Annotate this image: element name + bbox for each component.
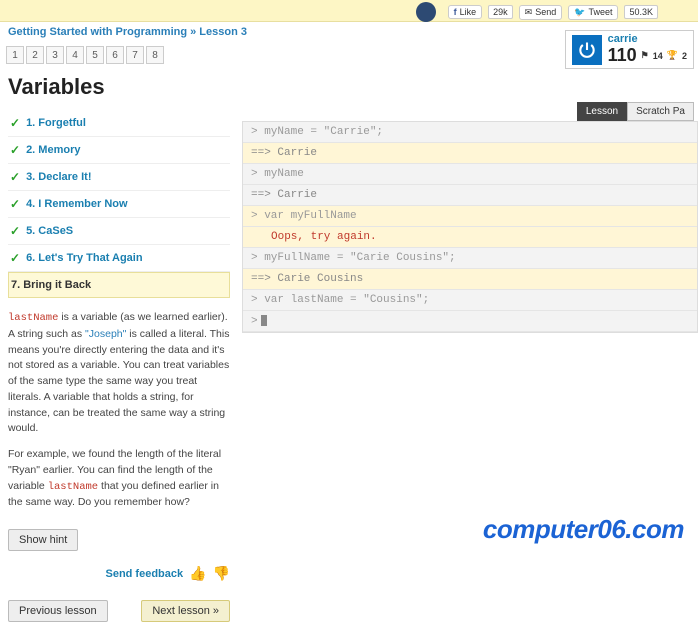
- lesson-list: ✓ 1. Forgetful ✓ 2. Memory ✓ 3. Declare It! ✓ 4…: [8, 110, 230, 298]
- lesson-label: 6. Let's Try That Again: [26, 252, 143, 264]
- tab-lesson[interactable]: Lesson: [577, 102, 627, 121]
- send-icon: ✉: [525, 7, 533, 18]
- lesson-item[interactable]: ✓ 4. I Remember Now: [8, 191, 230, 218]
- fb-like-label: Like: [460, 7, 477, 17]
- fb-icon: f: [454, 7, 457, 17]
- checkmark-icon: ✓: [10, 116, 20, 130]
- checkmark-icon: ✓: [10, 251, 20, 265]
- console-line: ==> Carrie: [243, 185, 697, 206]
- code-keyword: lastName: [48, 481, 98, 493]
- cursor-icon: [261, 315, 267, 326]
- page-number[interactable]: 8: [146, 46, 164, 64]
- console-line: > var lastName = "Cousins";: [243, 290, 697, 311]
- lesson-description: lastName is a variable (as we learned ea…: [8, 310, 230, 511]
- lesson-item[interactable]: ✓ 2. Memory: [8, 137, 230, 164]
- username: carrie: [608, 33, 687, 45]
- twitter-icon: 🐦: [574, 7, 585, 18]
- fb-like-button[interactable]: f Like: [448, 5, 483, 19]
- code-literal: "Joseph": [85, 328, 126, 340]
- flag-icon: ⚑: [641, 50, 649, 61]
- console-line: > myName: [243, 164, 697, 185]
- checkmark-icon: ✓: [10, 170, 20, 184]
- top-banner: f Like 29k ✉ Send 🐦 Tweet 50.3K: [0, 0, 698, 22]
- page-number[interactable]: 2: [26, 46, 44, 64]
- lesson-nav-row: Previous lesson Next lesson »: [8, 592, 230, 622]
- console-line: >: [243, 311, 697, 332]
- fb-send-button[interactable]: ✉ Send: [519, 5, 563, 20]
- page-number[interactable]: 4: [66, 46, 84, 64]
- page-number[interactable]: 5: [86, 46, 104, 64]
- trophy-icon: 🏆: [667, 50, 678, 61]
- checkmark-icon: ✓: [10, 224, 20, 238]
- editor-panel: carrie 110 ⚑14 🏆2 Lesson Scratch Pa > my…: [238, 68, 698, 333]
- console-line: ==> Carie Cousins: [243, 269, 697, 290]
- send-feedback-link[interactable]: Send feedback: [105, 568, 183, 580]
- lesson-item[interactable]: ✓ 6. Let's Try That Again: [8, 245, 230, 272]
- avatar: [572, 35, 602, 65]
- lesson-label: 7. Bring it Back: [11, 279, 91, 291]
- console-line: > myFullName = "Carie Cousins";: [243, 248, 697, 269]
- page-number[interactable]: 6: [106, 46, 124, 64]
- next-lesson-button[interactable]: Next lesson »: [141, 600, 230, 622]
- thumbs-up-icon[interactable]: 👍: [189, 565, 206, 582]
- checkmark-icon: ✓: [10, 143, 20, 157]
- checkmark-icon: ✓: [10, 197, 20, 211]
- thumbs-down-icon[interactable]: 👎: [213, 565, 230, 582]
- lesson-label: 2. Memory: [26, 144, 80, 156]
- page-title: Variables: [8, 74, 230, 100]
- badge-icon: [416, 2, 436, 22]
- code-console[interactable]: > myName = "Carrie";==> Carrie> myName==…: [242, 121, 698, 333]
- feedback-row: Send feedback 👍 👎: [8, 565, 230, 582]
- lesson-item[interactable]: ✓ 1. Forgetful: [8, 110, 230, 137]
- watermark: computer06.com: [483, 514, 684, 545]
- page-number[interactable]: 7: [126, 46, 144, 64]
- tweet-count: 50.3K: [624, 5, 658, 19]
- code-keyword: lastName: [8, 312, 58, 324]
- lesson-item[interactable]: 7. Bring it Back: [8, 272, 230, 298]
- console-line: ==> Carrie: [243, 143, 697, 164]
- lesson-label: 1. Forgetful: [26, 117, 86, 129]
- page-number[interactable]: 1: [6, 46, 24, 64]
- lesson-label: 5. CaSeS: [26, 225, 73, 237]
- page-number[interactable]: 3: [46, 46, 64, 64]
- console-line: Oops, try again.: [243, 227, 697, 248]
- tweet-label: Tweet: [588, 7, 612, 17]
- user-score: 110: [608, 45, 637, 66]
- console-line: > var myFullName: [243, 206, 697, 227]
- editor-tabs: Lesson Scratch Pa: [242, 102, 694, 121]
- lesson-item[interactable]: ✓ 5. CaSeS: [8, 218, 230, 245]
- fb-like-count: 29k: [488, 5, 513, 19]
- lesson-label: 3. Declare It!: [26, 171, 91, 183]
- power-icon: [577, 40, 597, 60]
- social-row: f Like 29k ✉ Send 🐦 Tweet 50.3K: [416, 2, 658, 22]
- console-line: > myName = "Carrie";: [243, 122, 697, 143]
- user-badge[interactable]: carrie 110 ⚑ 14 🏆 2: [565, 30, 694, 69]
- lesson-sidebar: Variables ✓ 1. Forgetful ✓ 2. Memory ✓ 3. Dec…: [0, 68, 238, 628]
- lesson-label: 4. I Remember Now: [26, 198, 127, 210]
- lesson-item[interactable]: ✓ 3. Declare It!: [8, 164, 230, 191]
- previous-lesson-button[interactable]: Previous lesson: [8, 600, 108, 622]
- tab-scratch-pad[interactable]: Scratch Pa: [627, 102, 694, 121]
- show-hint-button[interactable]: Show hint: [8, 529, 78, 551]
- stat-1: 14: [653, 51, 663, 61]
- tweet-button[interactable]: 🐦 Tweet: [568, 5, 618, 20]
- fb-send-label: Send: [535, 7, 556, 17]
- stat-2: 2: [682, 51, 687, 61]
